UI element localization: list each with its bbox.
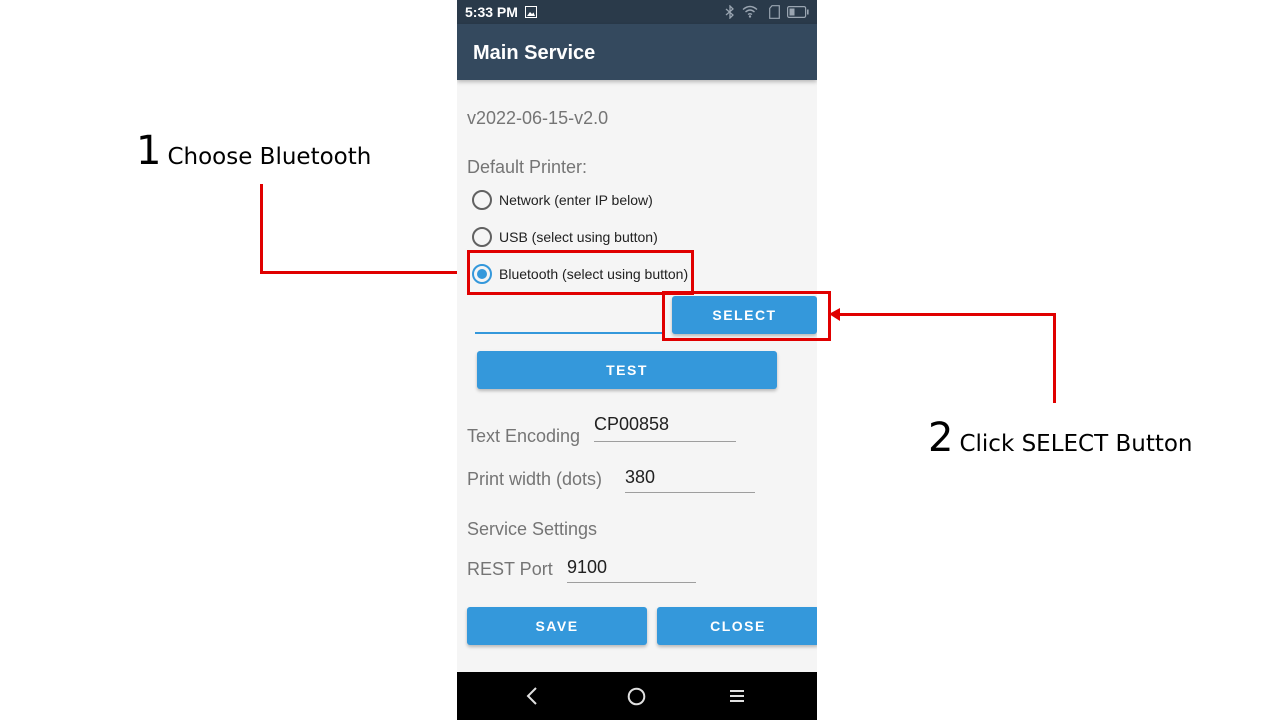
annotation-1-line-horizontal <box>260 271 458 274</box>
rest-port-field[interactable]: 9100 <box>567 557 696 583</box>
home-icon[interactable] <box>627 687 646 706</box>
battery-icon <box>787 6 809 18</box>
rest-port-value: 9100 <box>567 557 608 577</box>
radio-usb-label: USB (select using button) <box>499 229 658 245</box>
annotation-step-2-text: Click SELECT Button <box>959 431 1193 457</box>
highlight-select-button <box>662 291 831 341</box>
wifi-icon <box>742 5 758 18</box>
radio-usb[interactable]: USB (select using button) <box>472 223 658 251</box>
text-encoding-label: Text Encoding <box>467 426 581 446</box>
radio-usb-circle[interactable] <box>472 227 492 247</box>
annotation-step-1-number: 1 <box>136 128 162 174</box>
app-bar: Main Service <box>457 24 817 80</box>
radio-network-label: Network (enter IP below) <box>499 192 653 208</box>
print-width-label: Print width (dots) <box>467 469 603 489</box>
annotation-1-line-vertical <box>260 184 263 274</box>
test-button-label: TEST <box>606 362 648 378</box>
service-settings-label: Service Settings <box>467 519 598 539</box>
save-button[interactable]: SAVE <box>467 607 647 645</box>
menu-icon[interactable] <box>729 689 745 703</box>
close-button-label: CLOSE <box>710 618 766 634</box>
annotation-step-2-number: 2 <box>928 415 954 461</box>
phone-screen: 5:33 PM Main Service v2022-06-15-v2.0 De… <box>457 0 817 720</box>
back-icon[interactable] <box>525 686 539 706</box>
image-notification-icon <box>525 6 537 18</box>
text-encoding-value: CP00858 <box>594 414 670 434</box>
text-encoding-field[interactable]: CP00858 <box>594 414 736 442</box>
annotation-2-line-vertical <box>1053 313 1056 403</box>
navigation-bar <box>457 672 817 720</box>
print-width-field[interactable]: 380 <box>625 467 755 493</box>
status-time: 5:33 PM <box>465 4 518 20</box>
version-text: v2022-06-15-v2.0 <box>467 108 609 128</box>
default-printer-label: Default Printer: <box>467 157 588 177</box>
annotation-2-line-horizontal <box>840 313 1056 316</box>
annotation-step-2: 2 Click SELECT Button <box>928 415 1193 461</box>
radio-network-circle[interactable] <box>472 190 492 210</box>
rest-port-label: REST Port <box>467 559 553 579</box>
close-button[interactable]: CLOSE <box>657 607 817 645</box>
app-title: Main Service <box>473 42 596 64</box>
annotation-step-1: 1 Choose Bluetooth <box>136 128 371 174</box>
annotation-step-1-text: Choose Bluetooth <box>167 144 372 170</box>
test-button[interactable]: TEST <box>477 351 777 389</box>
save-button-label: SAVE <box>535 618 579 634</box>
device-field[interactable] <box>475 306 665 334</box>
highlight-bluetooth-option <box>467 250 694 295</box>
print-width-value: 380 <box>625 467 656 487</box>
radio-network[interactable]: Network (enter IP below) <box>472 186 653 214</box>
sim-icon <box>769 5 780 19</box>
status-bar: 5:33 PM <box>457 0 817 24</box>
bluetooth-icon <box>725 5 734 19</box>
